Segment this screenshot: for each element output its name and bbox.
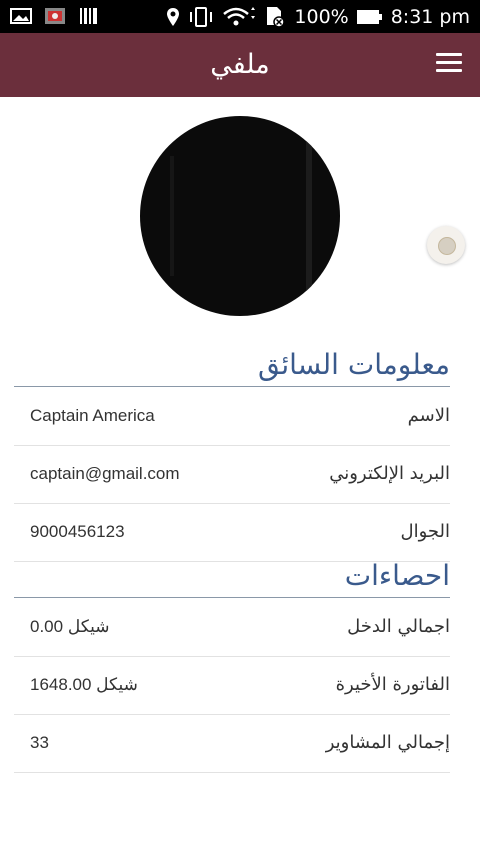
camera-icon	[438, 237, 456, 255]
wifi-icon	[223, 7, 256, 26]
total-income-label: اجمالي الدخل	[347, 616, 450, 637]
clock: 8:31 pm	[390, 6, 470, 28]
last-invoice-value: شيكل 1648.00	[30, 675, 138, 694]
total-trips-value: 33	[30, 733, 49, 752]
info-row-name: الاسم Captain America	[14, 387, 450, 446]
name-label: الاسم	[407, 405, 450, 426]
driver-info-heading: معلومات السائق	[14, 346, 450, 387]
name-value: Captain America	[30, 406, 155, 425]
page-title: ملفي	[210, 49, 270, 80]
app-bar: ملفي	[0, 33, 480, 97]
mobile-value: 9000456123	[30, 522, 125, 541]
battery-percentage: 100%	[294, 6, 349, 28]
stat-row-total-income: اجمالي الدخل شيكل 0.00	[14, 598, 450, 657]
profile-avatar	[140, 116, 340, 316]
change-photo-button[interactable]	[427, 226, 465, 264]
email-label: البريد الإلكتروني	[329, 463, 450, 484]
total-trips-label: إجمالي المشاوير	[325, 732, 450, 753]
statistics-heading: احصاءات	[14, 557, 450, 598]
menu-button[interactable]	[436, 53, 462, 77]
email-value: captain@gmail.com	[30, 464, 180, 483]
notification-icons	[10, 7, 100, 25]
info-row-email: البريد الإلكتروني captain@gmail.com	[14, 445, 450, 504]
stat-row-last-invoice: الفاتورة الأخيرة شيكل 1648.00	[14, 656, 450, 715]
total-income-value: شيكل 0.00	[30, 617, 110, 636]
system-status: 100% 8:31 pm	[166, 3, 470, 31]
gallery-icon	[45, 8, 65, 24]
photo-icon	[10, 8, 32, 24]
location-icon	[167, 8, 180, 26]
battery-icon	[356, 10, 382, 24]
hamburger-icon	[436, 53, 462, 56]
last-invoice-label: الفاتورة الأخيرة	[335, 674, 450, 695]
barcode-icon	[80, 8, 97, 24]
status-bar: 100% 8:31 pm	[0, 0, 480, 33]
info-row-mobile: الجوال 9000456123	[14, 503, 450, 562]
vibrate-icon	[190, 7, 213, 27]
stat-row-total-trips: إجمالي المشاوير 33	[14, 714, 450, 773]
sim-card-icon	[267, 7, 286, 28]
mobile-label: الجوال	[400, 521, 450, 542]
